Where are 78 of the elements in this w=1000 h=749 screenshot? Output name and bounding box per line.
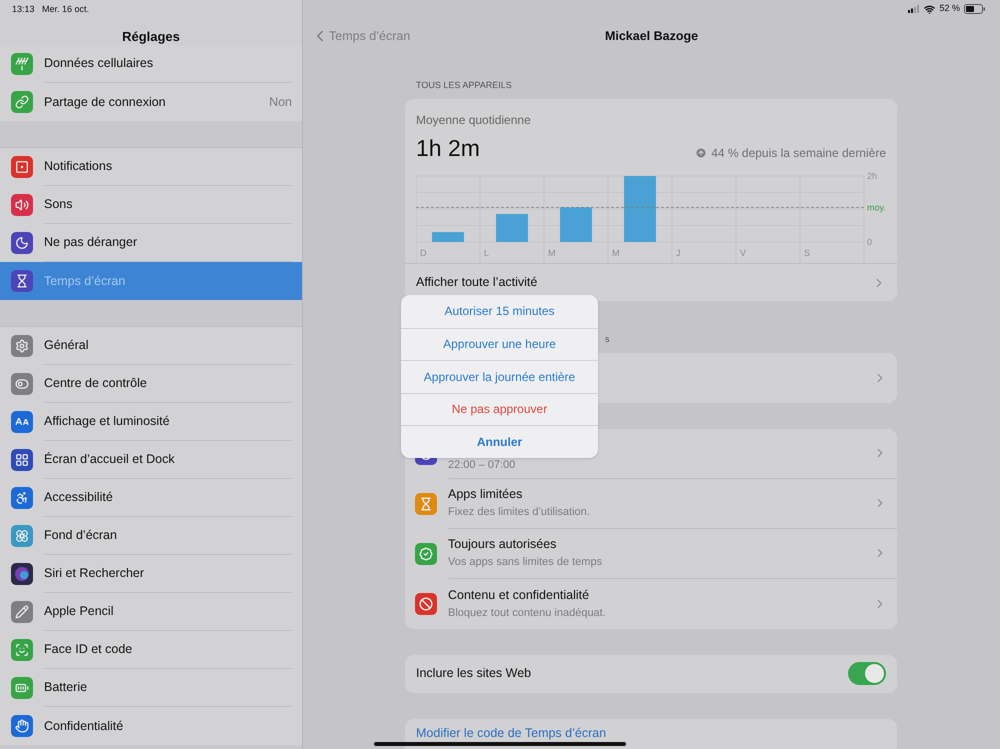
axis-label: L bbox=[484, 248, 490, 258]
sidebar-value: Non bbox=[269, 94, 292, 111]
sidebar-label: Sons bbox=[44, 196, 74, 214]
row-subtitle: Bloquez tout contenu inadéquat. bbox=[448, 606, 607, 621]
daily-average: 1h 2m bbox=[416, 134, 480, 162]
row-subtitle: Vos apps sans limites de temps bbox=[448, 555, 604, 570]
bar bbox=[496, 214, 528, 242]
sidebar-item[interactable]: Partage de connexion Non bbox=[0, 83, 302, 121]
sidebar-item[interactable]: Données cellulaires bbox=[0, 45, 302, 83]
toggle-switch[interactable] bbox=[848, 662, 886, 685]
sidebar-label: Ne pas déranger bbox=[44, 234, 138, 252]
sidebar-label: Confidentialité bbox=[44, 718, 124, 735]
sidebar-label: Siri et Rechercher bbox=[44, 565, 146, 582]
average-label: moy. bbox=[867, 202, 885, 212]
page-title: Mickael Bazoge bbox=[604, 28, 698, 45]
sidebar-item[interactable]: Accessibilité bbox=[0, 479, 302, 517]
trend-text: 44 % depuis la semaine dernière bbox=[711, 145, 886, 162]
sidebar-label: Affichage et luminosité bbox=[44, 413, 171, 430]
sidebar-label: Batterie bbox=[44, 679, 88, 696]
sidebar-label: Accessibilité bbox=[44, 489, 114, 506]
arrow-up-icon bbox=[695, 147, 708, 159]
axis-label: J bbox=[676, 248, 680, 258]
sidebar-item[interactable]: Général bbox=[0, 327, 302, 365]
action-button[interactable]: Ne pas approuver bbox=[401, 392, 598, 425]
axis-label: D bbox=[420, 248, 426, 258]
sidebar-title: Réglages bbox=[122, 28, 180, 46]
row-title: Toujours autorisées bbox=[448, 536, 558, 554]
sidebar-item[interactable]: Apple Pencil bbox=[0, 593, 302, 631]
battery-percent: 52 % bbox=[939, 2, 960, 16]
sidebar-label: Temps d’écran bbox=[44, 272, 126, 290]
row-subtitle: 22:00 – 07:00 bbox=[448, 458, 516, 473]
bar bbox=[432, 232, 464, 242]
section-header: s bbox=[605, 333, 610, 346]
sidebar-item[interactable]: Batterie bbox=[0, 669, 302, 707]
limit-row[interactable]: Toujours autorisées Vos apps sans limites de temps bbox=[405, 528, 897, 578]
axis-label: 2h bbox=[867, 171, 878, 181]
bar bbox=[624, 176, 656, 242]
section-header: TOUS LES APPAREILS bbox=[415, 79, 513, 92]
sidebar-item[interactable]: Fond d’écran bbox=[0, 517, 302, 555]
status-date: Mer. 16 oct. bbox=[42, 3, 90, 16]
action-button[interactable]: Approuver la journée entière bbox=[401, 360, 598, 392]
sidebar-label: Général bbox=[44, 337, 90, 354]
axis-label: M bbox=[612, 248, 620, 258]
sidebar-label: Écran d’accueil et Dock bbox=[44, 451, 176, 468]
sidebar-item[interactable]: Centre de contrôle bbox=[0, 365, 302, 403]
status-time: 13:13 bbox=[12, 3, 35, 16]
sidebar-item[interactable]: Sons bbox=[0, 186, 302, 224]
row-title: Contenu et confidentialité bbox=[448, 586, 590, 604]
sidebar-label: Partage de connexion bbox=[44, 94, 167, 111]
sidebar-label: Apple Pencil bbox=[44, 603, 114, 620]
sidebar-item[interactable]: Notifications bbox=[0, 148, 302, 186]
sidebar-label: Fond d’écran bbox=[44, 527, 118, 544]
axis-label: M bbox=[548, 248, 556, 258]
sidebar-item[interactable]: Affichage et luminosité bbox=[0, 403, 302, 441]
sidebar-item[interactable]: Face ID et code bbox=[0, 631, 302, 669]
bar bbox=[560, 207, 592, 242]
limit-row[interactable]: Apps limitées Fixez des limites d’utilisation. bbox=[405, 478, 897, 528]
sidebar-label: Données cellulaires bbox=[44, 55, 154, 72]
sidebar-label: Notifications bbox=[44, 158, 114, 176]
axis-label: S bbox=[804, 248, 810, 258]
sidebar-item[interactable]: Siri et Rechercher bbox=[0, 555, 302, 593]
sidebar-label: Centre de contrôle bbox=[44, 375, 148, 392]
sidebar-label: Face ID et code bbox=[44, 641, 134, 658]
toggle-label: Inclure les sites Web bbox=[416, 665, 532, 682]
wifi-icon bbox=[924, 4, 936, 14]
row-subtitle: Fixez des limites d’utilisation. bbox=[448, 505, 591, 520]
action-button[interactable]: Annuler bbox=[401, 425, 598, 458]
limit-row[interactable]: Contenu et confidentialité Bloquez tout contenu inadéquat. bbox=[405, 578, 897, 628]
sidebar-item[interactable]: Ne pas déranger bbox=[0, 224, 302, 262]
sidebar-item[interactable]: Confidentialité bbox=[0, 707, 302, 745]
axis-label: V bbox=[740, 248, 746, 258]
action-button[interactable]: Approuver une heure bbox=[401, 328, 598, 360]
battery-icon bbox=[964, 4, 986, 14]
sidebar-item[interactable]: Écran d’accueil et Dock bbox=[0, 441, 302, 479]
caption: Moyenne quotidienne bbox=[416, 112, 532, 128]
signal-icon bbox=[908, 5, 920, 13]
row-title: Apps limitées bbox=[448, 486, 524, 504]
axis-label: 0 bbox=[867, 237, 872, 247]
